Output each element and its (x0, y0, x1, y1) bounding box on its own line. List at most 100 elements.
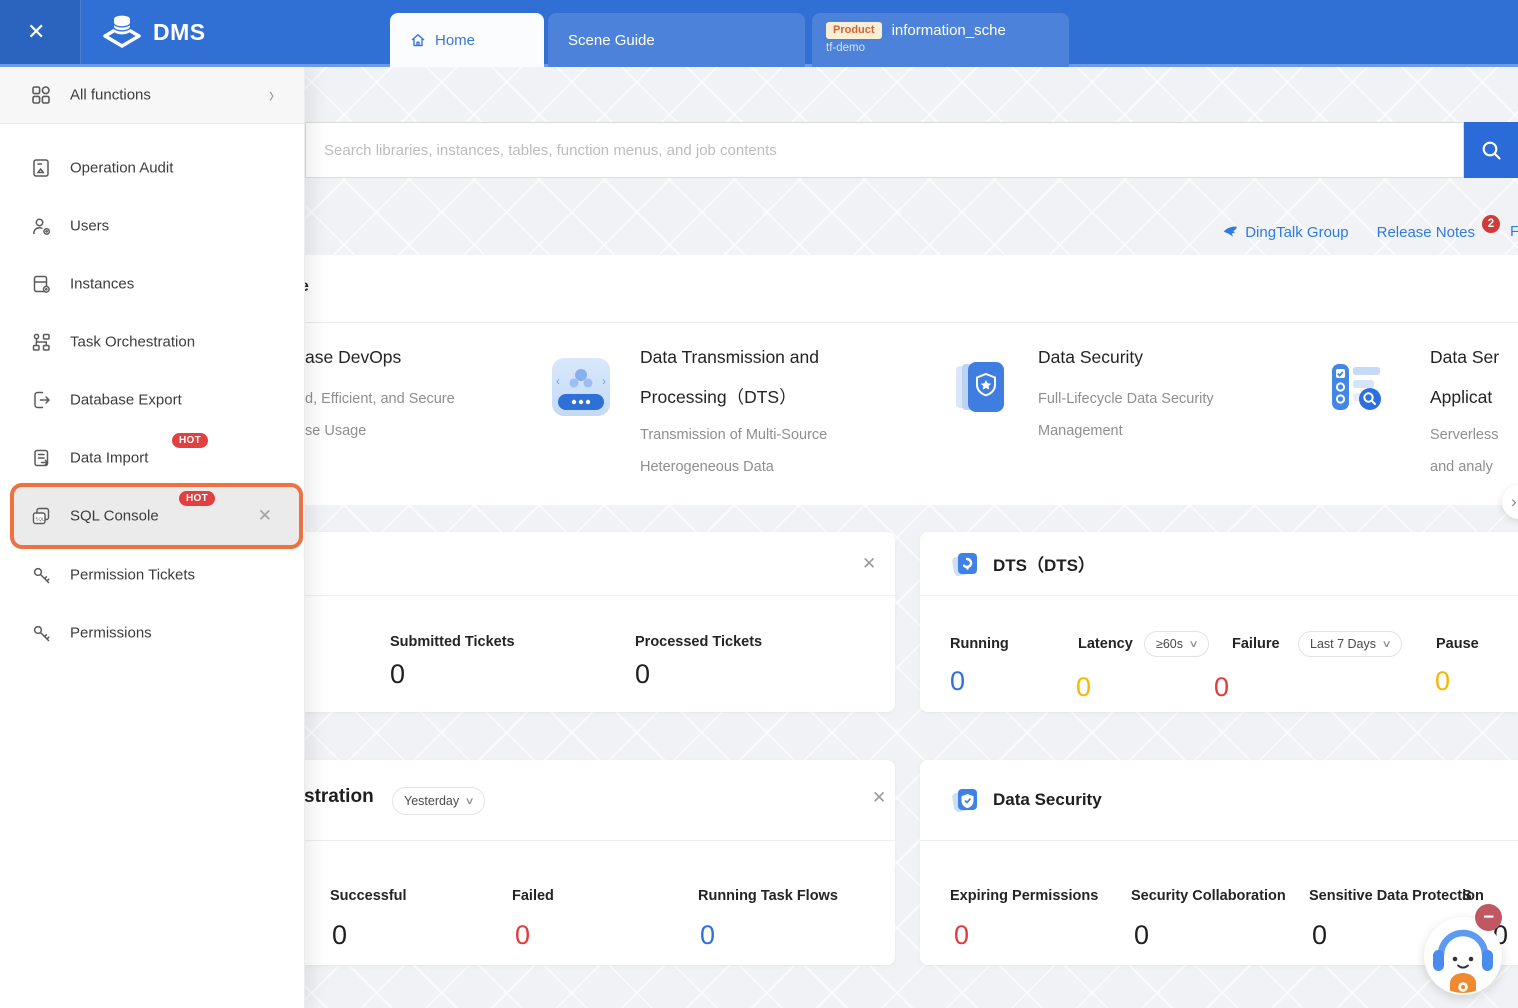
menu-item-users[interactable]: Users (0, 197, 304, 255)
stat-value[interactable]: 0 (1435, 666, 1450, 697)
latency-threshold-select[interactable]: ≥60s ∨ (1144, 631, 1209, 657)
tab-information-schema[interactable]: Product information_sche tf-demo (812, 13, 1069, 67)
release-notes-link[interactable]: Release Notes2 (1377, 223, 1500, 241)
release-notes-label: Release Notes (1377, 224, 1475, 241)
stat-label: Running Task Flows (698, 888, 838, 904)
chevron-down-icon: ∨ (465, 796, 475, 807)
menu-item-permissions[interactable]: Permissions (0, 604, 304, 662)
close-icon[interactable]: ✕ (862, 554, 876, 574)
stat-value[interactable]: 0 (515, 920, 530, 951)
dts-card-header: DTS（DTS） (920, 532, 1095, 595)
menu-close-icon[interactable]: ✕ (27, 19, 45, 45)
data-import-icon (30, 447, 52, 469)
tab-label: information_sche (892, 22, 1006, 39)
stat-label: Sensitive Data Protection (1309, 888, 1484, 904)
feature-dts[interactable]: Data Transmission and Processing（DTS） Tr… (640, 337, 827, 483)
menu-item-task-orchestration[interactable]: Task Orchestration (0, 313, 304, 371)
stat-label: Failure (1232, 636, 1280, 652)
tab-home[interactable]: Home (390, 13, 544, 67)
minus-icon: − (1483, 908, 1494, 927)
menu-item-label: Operation Audit (70, 160, 173, 177)
assistant-minimize-badge[interactable]: − (1475, 904, 1502, 931)
stat-value[interactable]: 0 (390, 659, 515, 690)
dingtalk-icon (1222, 224, 1239, 241)
stat-value[interactable]: 0 (332, 920, 347, 951)
menu-item-sql-console[interactable]: SQL SQL ConsoleHOT ✕ (0, 487, 304, 545)
stat-value[interactable]: 0 (1134, 920, 1149, 951)
dms-logo-icon (101, 13, 143, 51)
card-divider (920, 840, 1518, 841)
chevron-down-icon: ∨ (1382, 639, 1392, 650)
all-functions-menu: All functions › Operation Audit Users In… (0, 67, 305, 1008)
stat-value[interactable]: 0 (950, 666, 965, 697)
feature-desc: Full-Lifecycle Data Security (1038, 383, 1214, 415)
stat-label: Pause (1436, 636, 1479, 652)
stat-value[interactable]: 0 (635, 659, 762, 690)
feature-desc: Serverless (1430, 419, 1499, 451)
brand-name: DMS (153, 19, 206, 46)
card-divider (920, 595, 1518, 596)
card-title: Data Security (993, 790, 1102, 810)
task-orchestration-icon (30, 331, 52, 353)
task-range-select[interactable]: Yesterday ∨ (392, 787, 485, 815)
search-button[interactable] (1464, 122, 1518, 178)
dingtalk-group-link[interactable]: DingTalk Group (1222, 224, 1348, 241)
close-icon[interactable]: ✕ (258, 506, 272, 526)
feature-title: Data Transmission and (640, 337, 827, 377)
stat-value[interactable]: 0 (1076, 672, 1091, 703)
svg-text:SQL: SQL (35, 517, 45, 522)
feature-desc: Management (1038, 415, 1214, 447)
stat-label: Latency (1078, 636, 1133, 652)
feature-desc: se Usage (305, 415, 455, 447)
home-icon (410, 32, 426, 48)
instances-icon (30, 273, 52, 295)
close-icon[interactable]: ✕ (872, 788, 886, 808)
menu-item-label: Database Export (70, 392, 182, 409)
menu-item-all-functions[interactable]: All functions › (0, 67, 304, 124)
stat-value[interactable]: 0 (1214, 672, 1229, 703)
menu-item-label: Permission Tickets (70, 567, 195, 584)
hot-badge: HOT (172, 433, 208, 448)
feature-data-service[interactable]: Data Ser Applicat Serverless and analy (1430, 337, 1499, 483)
dts-card-icon (950, 549, 980, 579)
tab-scene-guide[interactable]: Scene Guide (548, 13, 805, 67)
feature-title: Applicat (1430, 377, 1499, 417)
database-export-icon (30, 389, 52, 411)
feature-desc: Heterogeneous Data (640, 451, 827, 483)
search-input[interactable] (305, 122, 1464, 178)
stat-value[interactable]: 0 (1312, 920, 1327, 951)
menu-item-operation-audit[interactable]: Operation Audit (0, 139, 304, 197)
menu-item-label: Users (70, 218, 109, 235)
menu-item-permission-tickets[interactable]: Permission Tickets (0, 546, 304, 604)
assistant-robot-button[interactable]: − (1424, 917, 1502, 995)
feature-data-security[interactable]: Data Security Full-Lifecycle Data Securi… (1038, 337, 1214, 447)
tab-label: Scene Guide (568, 32, 655, 49)
stat-label: Security Collaboration (1131, 888, 1286, 904)
stat-value[interactable]: 0 (954, 920, 969, 951)
chevron-right-icon: › (269, 82, 274, 108)
menu-item-database-export[interactable]: Database Export (0, 371, 304, 429)
users-icon (30, 215, 52, 237)
feature-desc: Transmission of Multi-Source (640, 419, 827, 451)
stat-label: Processed Tickets (635, 634, 762, 650)
stat-value[interactable]: 0 (700, 920, 715, 951)
chevron-down-icon: ∨ (1189, 639, 1199, 650)
menu-item-instances[interactable]: Instances (0, 255, 304, 313)
tab-label: Home (435, 32, 475, 49)
menu-item-data-import[interactable]: Data ImportHOT (0, 429, 304, 487)
card-title-fragment: stration (304, 786, 374, 808)
stat-label: Submitted Tickets (390, 634, 515, 650)
key-icon (30, 622, 52, 644)
top-navigation-bar: ✕ DMS Home Scene Guide Product informati… (0, 0, 1518, 67)
app-logo[interactable]: DMS (101, 13, 206, 51)
menu-item-label: All functions (70, 87, 151, 104)
clipped-link-fragment[interactable]: F (1510, 223, 1518, 240)
dingtalk-label: DingTalk Group (1245, 224, 1348, 241)
security-card-icon (950, 785, 980, 815)
feature-title: Processing（DTS） (640, 377, 827, 417)
release-notes-badge: 2 (1482, 215, 1500, 233)
feature-security-icon-box (952, 358, 1010, 416)
menu-item-label: Permissions (70, 625, 152, 642)
feature-database-devops[interactable]: ase DevOps d, Efficient, and Secure se U… (305, 337, 455, 447)
failure-range-select[interactable]: Last 7 Days ∨ (1298, 631, 1402, 657)
